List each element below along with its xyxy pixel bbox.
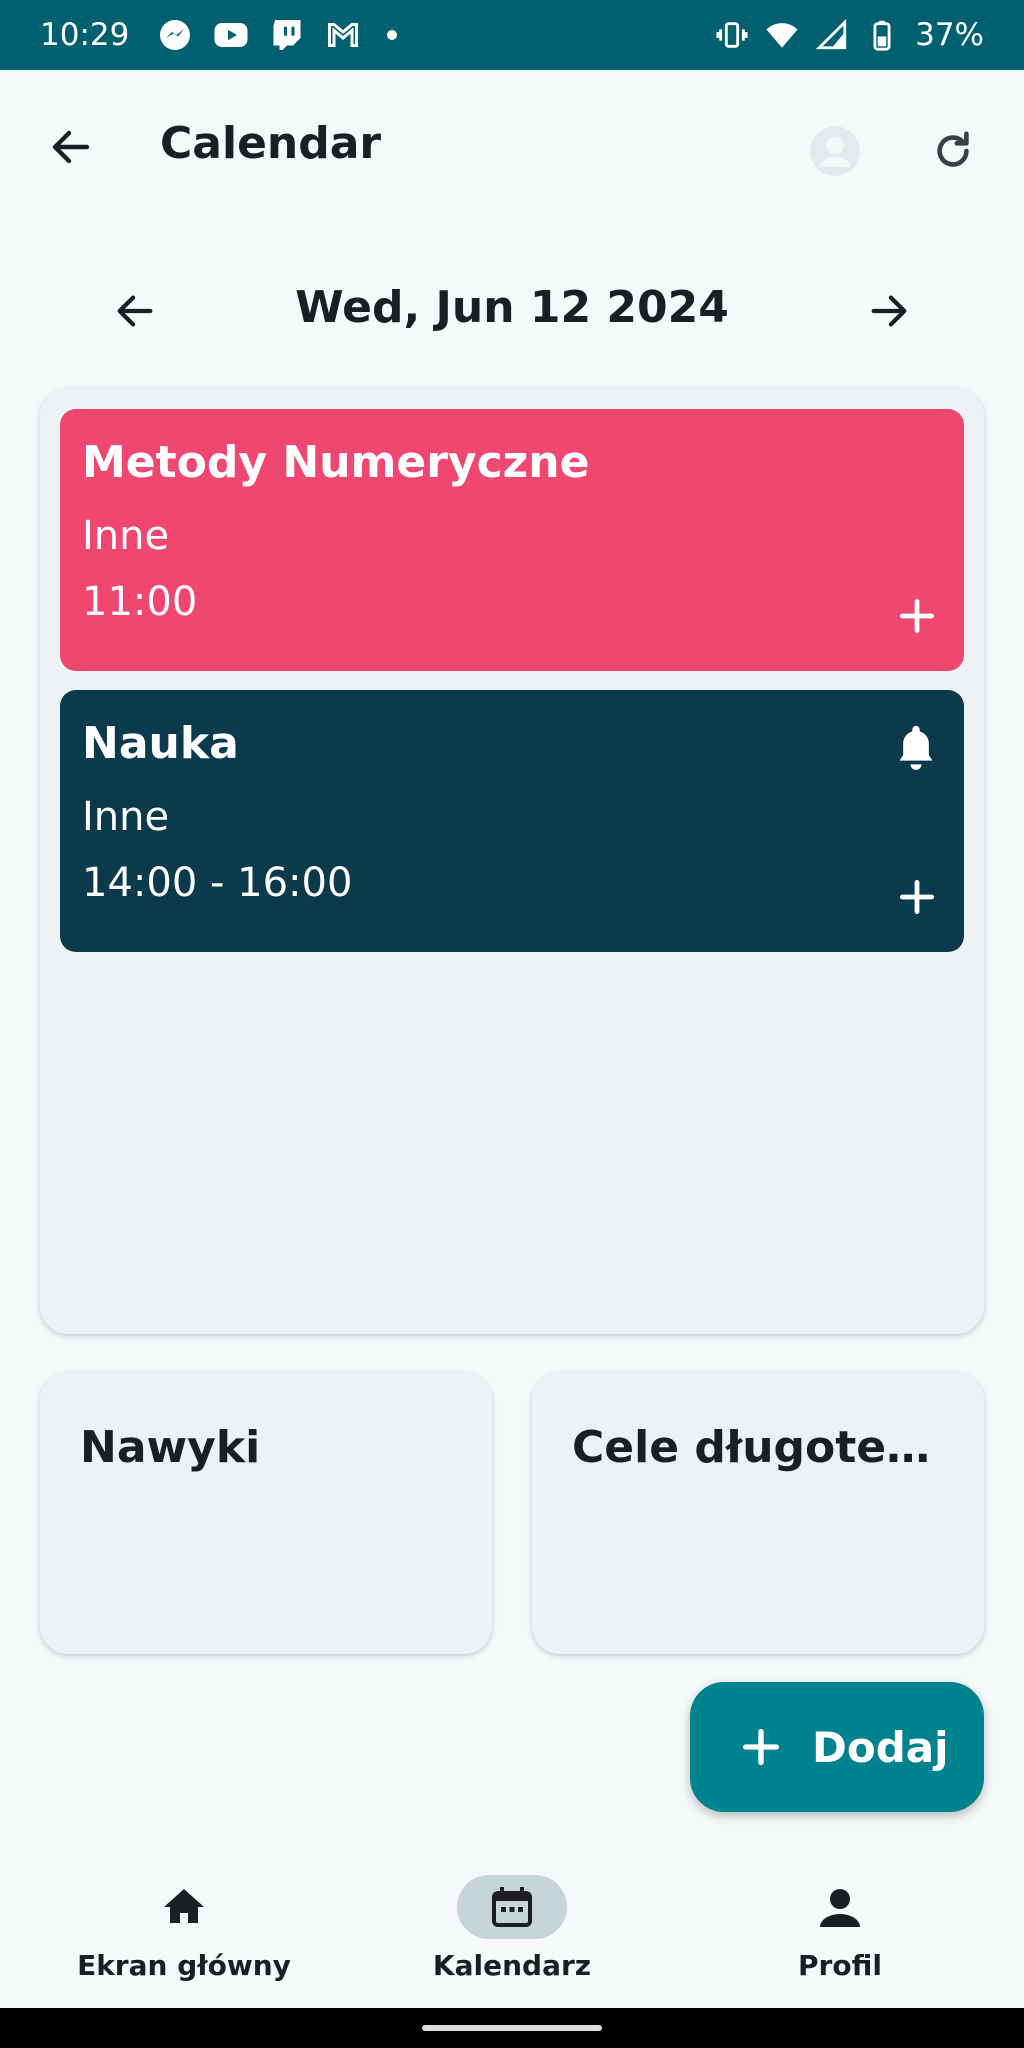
- messenger-icon: [160, 20, 191, 50]
- avatar-button[interactable]: [800, 116, 870, 186]
- goals-card-title: Cele długote…: [572, 1422, 931, 1473]
- avatar-icon: [810, 126, 860, 176]
- bottom-navigation: Ekran główny Kalendarz Profil: [0, 1850, 1024, 2008]
- nav-item-home[interactable]: Ekran główny: [34, 1850, 334, 2000]
- long-term-goals-card[interactable]: Cele długote…: [532, 1372, 984, 1654]
- events-card: Metody Numeryczne Inne 11:00 Nauka Inne …: [40, 388, 984, 1334]
- more-notifications-dot: [387, 30, 398, 40]
- nav-item-profile[interactable]: Profil: [690, 1850, 990, 2000]
- gmail-icon: [328, 23, 359, 47]
- refresh-icon: [937, 131, 969, 167]
- wifi-icon: [766, 23, 798, 48]
- system-navigation-bar: [0, 2008, 1024, 2048]
- event-time: 14:00 - 16:00: [82, 859, 353, 906]
- arrow-right-icon: [871, 295, 907, 327]
- event-card[interactable]: Metody Numeryczne Inne 11:00: [60, 409, 964, 671]
- add-button-label: Dodaj: [812, 1722, 949, 1772]
- battery-percentage: 37%: [915, 17, 984, 53]
- event-add-button[interactable]: [892, 872, 942, 922]
- event-category: Inne: [82, 512, 170, 559]
- event-add-button[interactable]: [892, 591, 942, 641]
- refresh-button[interactable]: [918, 116, 988, 186]
- event-card[interactable]: Nauka Inne 14:00 - 16:00: [60, 690, 964, 952]
- bell-icon: [899, 725, 933, 770]
- vibrate-icon: [716, 22, 748, 48]
- next-day-button[interactable]: [854, 276, 924, 346]
- nav-label: Kalendarz: [432, 1949, 592, 1982]
- back-button[interactable]: [36, 112, 106, 182]
- nav-icon-container: [129, 1875, 239, 1939]
- add-button[interactable]: Dodaj: [690, 1682, 984, 1812]
- notification-icons: [157, 17, 398, 53]
- nav-item-calendar[interactable]: Kalendarz: [362, 1850, 662, 2000]
- battery-icon: [873, 20, 891, 51]
- youtube-icon: [214, 23, 248, 47]
- app-bar: Calendar: [0, 70, 1024, 225]
- signal-icon: [815, 18, 847, 50]
- status-bar: 10:29 37%: [0, 0, 1024, 70]
- status-time: 10:29: [40, 17, 130, 53]
- plus-icon: [899, 598, 935, 634]
- habits-card[interactable]: Nawyki: [40, 1372, 492, 1654]
- nav-label: Ekran główny: [77, 1949, 291, 1982]
- system-icons: 37%: [715, 17, 984, 53]
- gesture-handle[interactable]: [422, 2025, 602, 2031]
- habits-card-title: Nawyki: [80, 1422, 261, 1473]
- page-title: Calendar: [160, 118, 382, 169]
- plus-icon: [899, 879, 935, 915]
- event-title: Nauka: [82, 718, 239, 769]
- nav-active-indicator: [457, 1875, 567, 1939]
- event-category: Inne: [82, 793, 170, 840]
- event-time: 11:00: [82, 578, 198, 625]
- arrow-left-icon: [52, 130, 90, 164]
- nav-icon-container: [785, 1875, 895, 1939]
- home-icon: [164, 1889, 204, 1923]
- calendar-icon: [492, 1887, 532, 1927]
- plus-icon: [742, 1728, 780, 1766]
- reminder-button[interactable]: [892, 720, 940, 772]
- date-navigation: Wed, Jun 12 2024: [0, 270, 1024, 350]
- event-title: Metody Numeryczne: [82, 437, 590, 488]
- person-icon: [820, 1889, 860, 1927]
- nav-label: Profil: [798, 1949, 882, 1982]
- twitch-icon: [273, 20, 301, 50]
